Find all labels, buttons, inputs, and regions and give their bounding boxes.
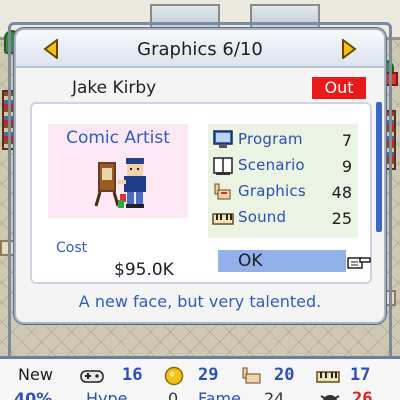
stat-label: Graphics (238, 182, 306, 200)
hype-label: Hype (86, 389, 128, 400)
ok-label: OK (238, 251, 263, 271)
stat-value: 48 (331, 183, 352, 202)
status-item-bugs: 26 (318, 389, 398, 400)
status-value-bugs: 26 (352, 389, 373, 400)
cost-value: $95.0K (114, 260, 174, 280)
keyboard-icon (212, 213, 234, 225)
arrow-right-icon (342, 39, 357, 59)
status-item-fun: 16 (80, 365, 150, 387)
hype-value: 0 (168, 389, 179, 400)
job-box: Comic Artist (48, 124, 188, 218)
pointing-hand-icon (347, 257, 371, 269)
status-item-coin: 29 (162, 365, 232, 387)
dialog-title: Graphics 6/10 (137, 39, 263, 60)
stat-row-scenario: Scenario 9 (212, 154, 354, 178)
status-value: 16 (122, 365, 143, 385)
status-value: 29 (198, 365, 219, 385)
staff-info-panel: Comic Artist Program 7 Scenario 9 Graphi… (30, 102, 372, 284)
keyboard-icon (316, 371, 340, 383)
dialog-header: Graphics 6/10 (16, 30, 384, 68)
stat-value: 25 (331, 209, 352, 228)
fame-value: 24 (264, 389, 285, 400)
monitor-icon (213, 130, 233, 148)
cost-label: Cost (56, 240, 88, 256)
paint-hand-icon (214, 183, 231, 200)
staff-name: Jake Kirby (72, 78, 157, 98)
next-staff-button[interactable] (340, 39, 358, 59)
status-item-sound: 17 (316, 365, 386, 387)
status-item-graphics: 20 (240, 365, 310, 387)
progress-percent: 40% (14, 389, 53, 400)
stat-value: 7 (341, 131, 352, 150)
stat-label: Scenario (238, 156, 305, 174)
bug-icon (320, 395, 340, 400)
stat-label: Sound (238, 208, 287, 226)
staff-description: A new face, but very talented. (78, 292, 322, 311)
job-title: Comic Artist (66, 128, 170, 148)
fame-label: Fame (198, 389, 241, 400)
status-value: 17 (350, 365, 371, 385)
gamepad-icon (80, 370, 104, 383)
staff-portrait (94, 158, 146, 208)
status-value: 20 (274, 365, 295, 385)
status-bar: New 16 29 20 17 26 40% Hype 0 Fame 24 (0, 356, 400, 400)
stat-row-sound: Sound 25 (212, 206, 354, 230)
out-status-badge[interactable]: Out (312, 77, 366, 99)
paint-hand-icon (242, 367, 261, 384)
stat-row-graphics: Graphics 48 (212, 180, 354, 204)
stat-label: Program (238, 130, 303, 148)
ok-button[interactable]: OK (218, 250, 346, 272)
stats-box: Program 7 Scenario 9 Graphics 48 Sound 2… (208, 124, 358, 238)
book-icon (213, 157, 233, 175)
staff-detail-dialog: Graphics 6/10 Jake Kirby Out Comic Artis… (14, 28, 386, 324)
stat-row-program: Program 7 (212, 128, 354, 152)
stat-value: 9 (341, 157, 352, 176)
coin-icon (164, 366, 184, 386)
new-label: New (18, 365, 53, 384)
panel-scrollbar[interactable] (376, 102, 382, 232)
